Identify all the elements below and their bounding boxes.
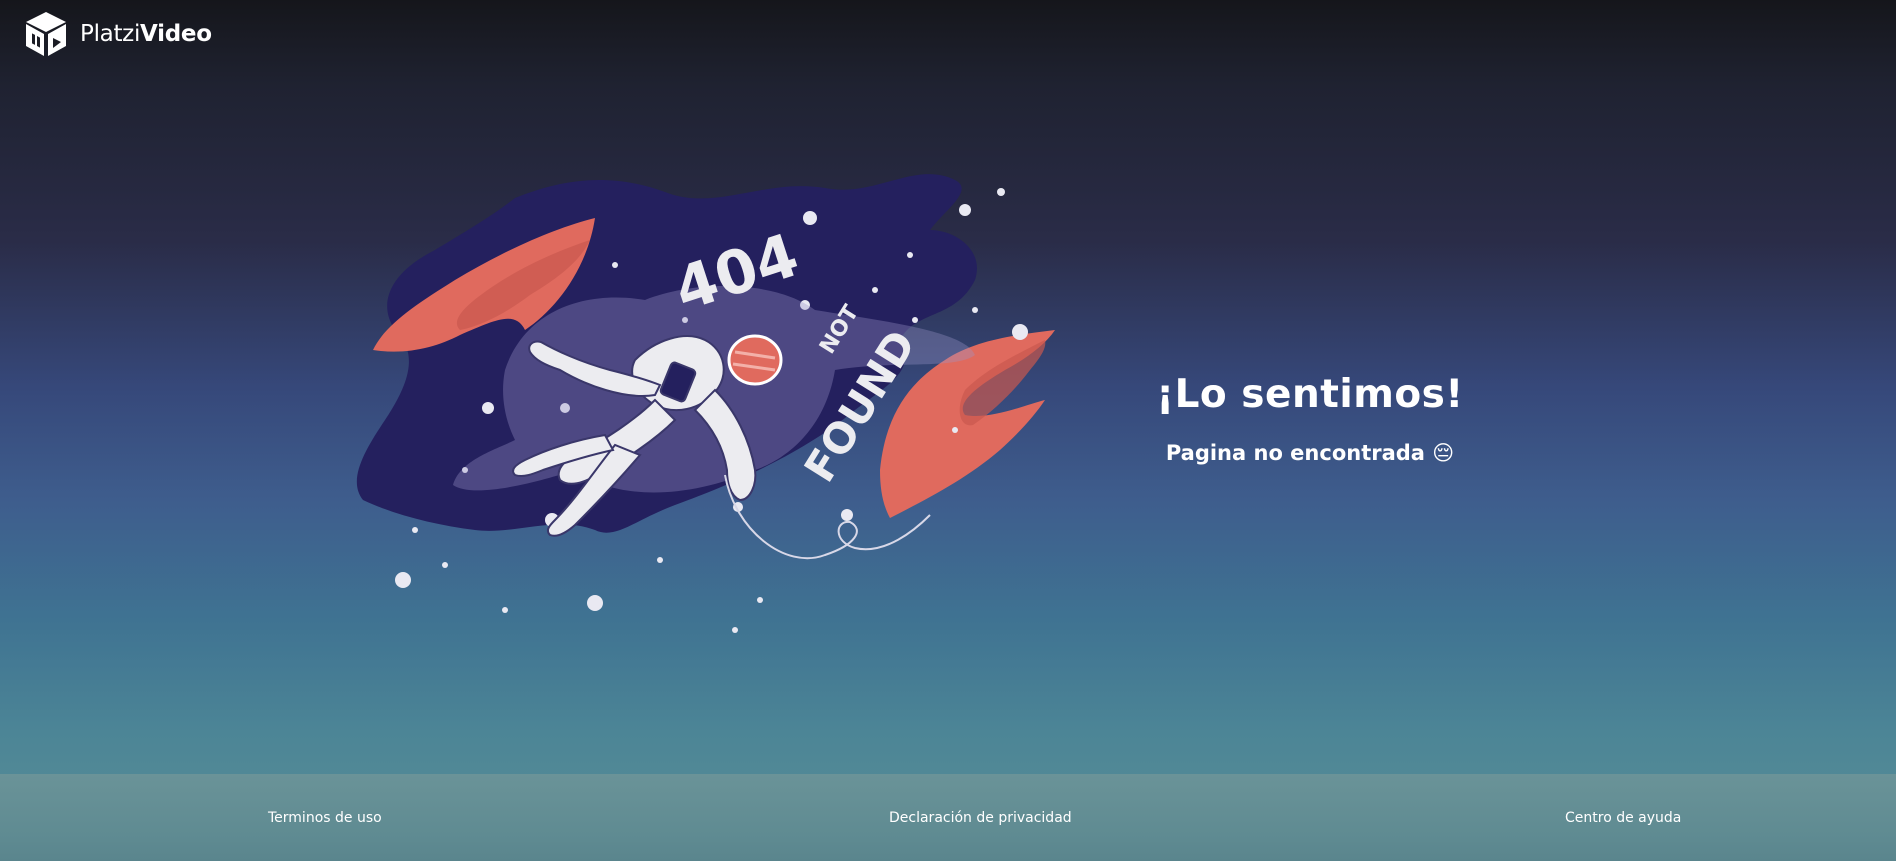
- footer-link-terms[interactable]: Terminos de uso: [268, 810, 382, 826]
- brand-platzi: Platzi: [80, 21, 141, 47]
- brand-name[interactable]: PlatziVideo: [80, 21, 212, 47]
- brand-video: Video: [140, 21, 212, 47]
- error-message: ¡Lo sentimos! Pagina no encontrada 😔: [1150, 372, 1470, 465]
- footer-link-privacy[interactable]: Declaración de privacidad: [889, 810, 1072, 826]
- astronaut-illustration: 404 NOT FOUND: [356, 174, 1055, 633]
- footer-link-help[interactable]: Centro de ayuda: [1565, 810, 1681, 826]
- helmet-visor: [727, 334, 783, 386]
- header: PlatziVideo: [22, 10, 212, 58]
- footer: Terminos de uso Declaración de privacida…: [0, 774, 1896, 861]
- error-subtitle: Pagina no encontrada 😔: [1165, 441, 1455, 465]
- cube-logo-icon[interactable]: [22, 10, 70, 58]
- error-title: ¡Lo sentimos!: [1156, 372, 1464, 417]
